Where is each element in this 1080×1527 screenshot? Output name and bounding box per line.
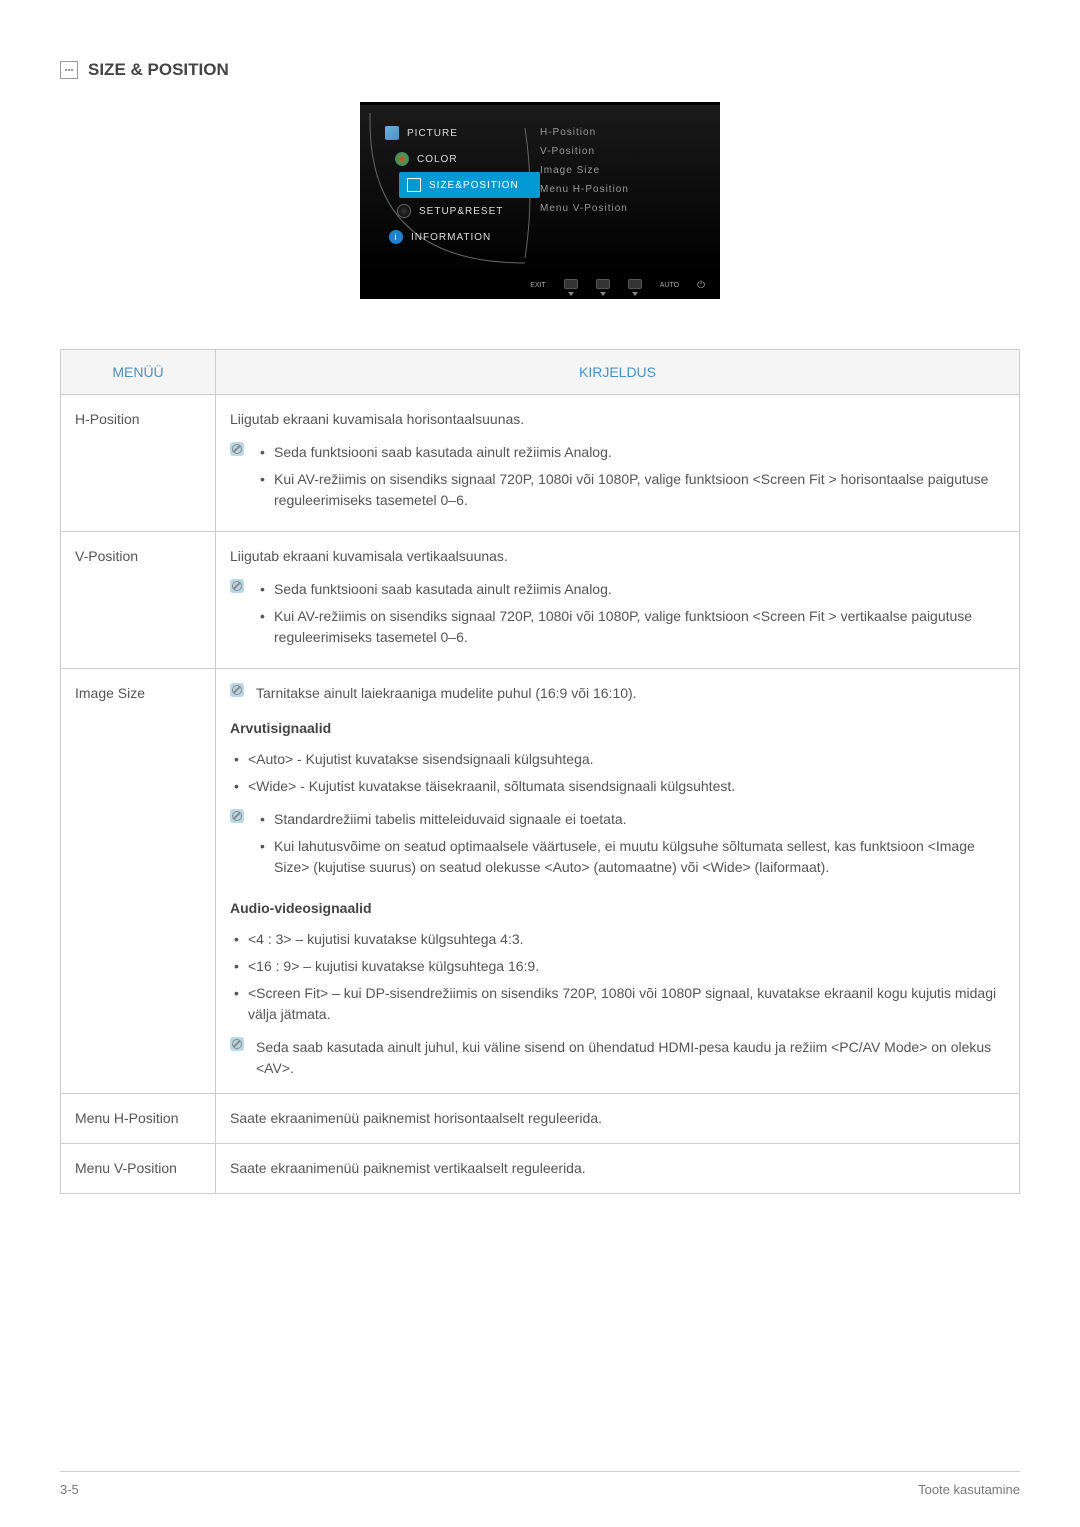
note-item: Seda funktsiooni saab kasutada ainult re… <box>256 442 1005 463</box>
setup-icon <box>397 204 411 218</box>
list-item: <4 : 3> – kujutisi kuvatakse külgsuhtega… <box>230 929 1005 950</box>
note-icon <box>230 442 244 456</box>
osd-nav-icon <box>596 279 610 291</box>
page-footer: 3-5 Toote kasutamine <box>60 1471 1020 1497</box>
note-icon <box>230 683 244 697</box>
osd-exit-label: EXIT <box>530 282 546 289</box>
osd-menu-picture: PICTURE <box>385 120 540 146</box>
note-item: Kui AV-režiimis on sisendiks signaal 720… <box>256 469 1005 511</box>
desc-intro: Liigutab ekraani kuvamisala vertikaalsuu… <box>230 546 1005 567</box>
color-icon <box>395 152 409 166</box>
subsection-title: Audio-videosignaalid <box>230 898 1005 919</box>
section-title: SIZE & POSITION <box>88 60 229 80</box>
info-icon: i <box>389 230 403 244</box>
menu-desc: Saate ekraanimenüü paiknemist horisontaa… <box>216 1094 1020 1144</box>
menu-name: H-Position <box>61 395 216 532</box>
note-text: Tarnitakse ainult laiekraaniga mudelite … <box>256 683 1005 704</box>
osd-menu-label: COLOR <box>417 154 458 165</box>
desc-intro: Liigutab ekraani kuvamisala horisontaals… <box>230 409 1005 430</box>
osd-sub-item: Menu V-Position <box>540 199 710 218</box>
subsection-title: Arvutisignaalid <box>230 718 1005 739</box>
picture-icon <box>385 126 399 140</box>
menu-desc: Saate ekraanimenüü paiknemist vertikaals… <box>216 1144 1020 1194</box>
osd-menu-sizeposition: SIZE&POSITION <box>399 172 540 198</box>
table-header-menu: MENÜÜ <box>61 350 216 395</box>
menu-desc: Liigutab ekraani kuvamisala vertikaalsuu… <box>216 532 1020 669</box>
note-icon <box>230 809 244 823</box>
note-icon <box>230 1037 244 1051</box>
osd-menu-label: PICTURE <box>407 128 458 139</box>
note-item: Kui AV-režiimis on sisendiks signaal 720… <box>256 606 1005 648</box>
note-item: Seda funktsiooni saab kasutada ainult re… <box>256 579 1005 600</box>
list-item: <Wide> - Kujutist kuvatakse täisekraanil… <box>230 776 1005 797</box>
table-row: Menu V-Position Saate ekraanimenüü paikn… <box>61 1144 1020 1194</box>
osd-nav-icon <box>628 279 642 291</box>
osd-screenshot: PICTURE COLOR SIZE&POSITION SETUP&RESET <box>60 100 1020 299</box>
table-row: Image Size Tarnitakse ainult laiekraanig… <box>61 669 1020 1094</box>
menu-desc: Tarnitakse ainult laiekraaniga mudelite … <box>216 669 1020 1094</box>
table-row: H-Position Liigutab ekraani kuvamisala h… <box>61 395 1020 532</box>
menu-name: Menu V-Position <box>61 1144 216 1194</box>
table-header-desc: KIRJELDUS <box>216 350 1020 395</box>
size-icon <box>407 178 421 192</box>
menu-name: V-Position <box>61 532 216 669</box>
note-text: Seda saab kasutada ainult juhul, kui väl… <box>256 1037 1005 1079</box>
osd-auto-label: AUTO <box>660 282 679 289</box>
note-item: Kui lahutusvõime on seatud optimaalsele … <box>256 836 1005 878</box>
size-position-icon <box>60 61 78 79</box>
osd-left-menu: PICTURE COLOR SIZE&POSITION SETUP&RESET <box>360 115 540 255</box>
osd-footer: EXIT AUTO ⏻ <box>360 275 720 299</box>
osd-menu-setupreset: SETUP&RESET <box>397 198 540 224</box>
osd-nav-icon <box>564 279 578 291</box>
list-item: <16 : 9> – kujutisi kuvatakse külgsuhteg… <box>230 956 1005 977</box>
osd-menu-information: i INFORMATION <box>389 224 540 250</box>
menu-name: Image Size <box>61 669 216 1094</box>
menu-desc: Liigutab ekraani kuvamisala horisontaals… <box>216 395 1020 532</box>
osd-menu-label: INFORMATION <box>411 232 491 243</box>
osd-power-icon: ⏻ <box>697 280 705 291</box>
table-row: Menu H-Position Saate ekraanimenüü paikn… <box>61 1094 1020 1144</box>
osd-sub-item: V-Position <box>540 142 710 161</box>
footer-section: Toote kasutamine <box>918 1482 1020 1497</box>
osd-sub-item: Image Size <box>540 161 710 180</box>
osd-menu-label: SIZE&POSITION <box>429 180 519 191</box>
table-row: V-Position Liigutab ekraani kuvamisala v… <box>61 532 1020 669</box>
osd-menu-label: SETUP&RESET <box>419 206 503 217</box>
osd-sub-item: H-Position <box>540 123 710 142</box>
section-header: SIZE & POSITION <box>60 60 1020 80</box>
osd-menu-color: COLOR <box>395 146 540 172</box>
page-number: 3-5 <box>60 1482 79 1497</box>
note-icon <box>230 579 244 593</box>
list-item: <Screen Fit> – kui DP-sisendrežiimis on … <box>230 983 1005 1025</box>
list-item: <Auto> - Kujutist kuvatakse sisendsignaa… <box>230 749 1005 770</box>
osd-sub-item: Menu H-Position <box>540 180 710 199</box>
note-item: Standardrežiimi tabelis mitteleiduvaid s… <box>256 809 1005 830</box>
osd-right-menu: H-Position V-Position Image Size Menu H-… <box>540 115 720 255</box>
menu-name: Menu H-Position <box>61 1094 216 1144</box>
settings-table: MENÜÜ KIRJELDUS H-Position Liigutab ekra… <box>60 349 1020 1194</box>
